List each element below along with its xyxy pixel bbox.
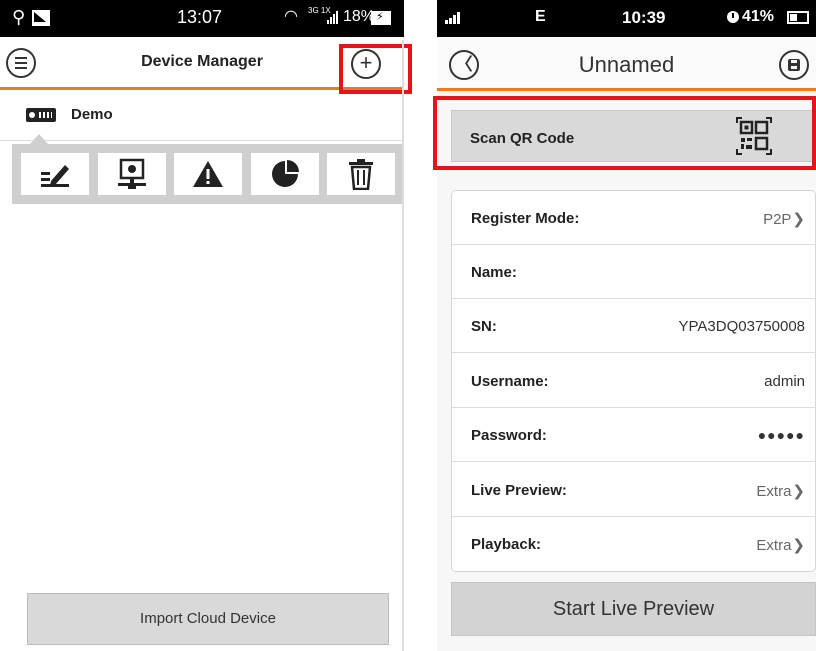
username-row[interactable]: Username: admin bbox=[452, 354, 816, 408]
alarm-icon[interactable] bbox=[174, 153, 242, 195]
app-header: 〈 Unnamed bbox=[437, 37, 816, 91]
remote-config-icon[interactable] bbox=[98, 153, 166, 195]
device-list-item[interactable]: Demo bbox=[0, 93, 404, 141]
signal-icon bbox=[445, 12, 460, 24]
dvr-icon bbox=[26, 108, 56, 122]
sn-row[interactable]: SN: YPA3DQ03750008 bbox=[452, 299, 816, 353]
username-label: Username: bbox=[471, 373, 549, 390]
alarm-clock-icon bbox=[727, 11, 739, 23]
highlight-box-scan bbox=[433, 96, 816, 170]
divider bbox=[402, 40, 404, 651]
register-mode-row[interactable]: Register Mode: P2P❯ bbox=[452, 191, 816, 245]
delete-icon[interactable] bbox=[327, 153, 395, 195]
sn-field[interactable]: YPA3DQ03750008 bbox=[679, 318, 805, 335]
status-bar: E 10:39 41% bbox=[437, 0, 816, 37]
chevron-right-icon: ❯ bbox=[792, 537, 805, 554]
save-icon[interactable] bbox=[779, 50, 809, 80]
chevron-right-icon: ❯ bbox=[792, 483, 805, 500]
status-bar: ⚲ 13:07 ◠ 3G 1X 18% bbox=[0, 0, 404, 37]
live-preview-label: Live Preview: bbox=[471, 482, 567, 499]
playback-value: Extra❯ bbox=[756, 537, 805, 554]
page-title: Unnamed bbox=[578, 52, 675, 77]
device-name: Demo bbox=[71, 106, 113, 123]
register-mode-value: P2P❯ bbox=[763, 211, 805, 228]
live-preview-value: Extra❯ bbox=[756, 483, 805, 500]
live-preview-row[interactable]: Live Preview: Extra❯ bbox=[452, 463, 816, 517]
start-live-preview-button[interactable]: Start Live Preview bbox=[451, 582, 816, 636]
playback-label: Playback: bbox=[471, 536, 542, 553]
battery-icon bbox=[787, 11, 809, 24]
toolbar-pointer bbox=[30, 134, 48, 144]
playback-row[interactable]: Playback: Extra❯ bbox=[452, 517, 816, 571]
wifi-icon: ◠ bbox=[284, 6, 298, 25]
network-type: E bbox=[535, 8, 546, 25]
device-form: Register Mode: P2P❯ Name: SN: YPA3DQ0375… bbox=[451, 190, 816, 572]
signal-icon bbox=[327, 10, 338, 24]
name-row[interactable]: Name: bbox=[452, 245, 816, 299]
battery-percent: 41% bbox=[742, 8, 775, 25]
device-manager-screen: ⚲ 13:07 ◠ 3G 1X 18% Device Manager + Dem… bbox=[0, 0, 412, 651]
sn-label: SN: bbox=[471, 318, 497, 335]
device-action-toolbar bbox=[12, 144, 404, 204]
password-row[interactable]: Password: ●●●●● bbox=[452, 408, 816, 462]
battery-charging-icon bbox=[371, 10, 391, 25]
status-time: 13:07 bbox=[177, 7, 223, 27]
name-label: Name: bbox=[471, 264, 517, 281]
username-field[interactable]: admin bbox=[764, 373, 805, 390]
add-device-screen: E 10:39 41% 〈 Unnamed Scan QR Code Regis… bbox=[433, 0, 816, 651]
chevron-right-icon: ❯ bbox=[792, 211, 805, 228]
password-field[interactable]: ●●●●● bbox=[758, 427, 805, 443]
info-chart-icon[interactable] bbox=[251, 153, 319, 195]
edit-icon[interactable] bbox=[21, 153, 89, 195]
import-cloud-device-button[interactable]: Import Cloud Device bbox=[27, 593, 389, 645]
usb-icon: ⚲ bbox=[12, 7, 26, 28]
image-icon bbox=[32, 10, 50, 26]
status-time: 10:39 bbox=[622, 8, 666, 27]
register-mode-label: Register Mode: bbox=[471, 210, 580, 227]
password-label: Password: bbox=[471, 427, 547, 444]
